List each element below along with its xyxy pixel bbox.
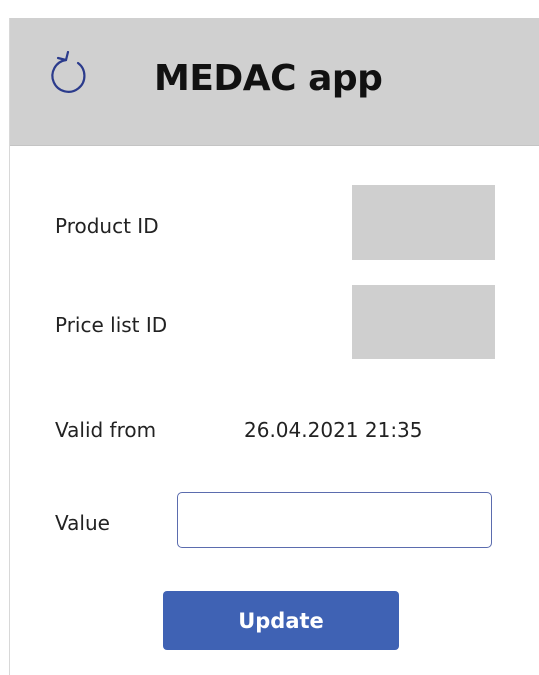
refresh-icon[interactable]: [46, 50, 94, 99]
product-id-value-box: [352, 185, 495, 260]
valid-from-label: Valid from: [55, 418, 157, 442]
product-id-label: Product ID: [55, 214, 159, 238]
value-label: Value: [55, 511, 110, 535]
valid-from-value: 26.04.2021 21:35: [244, 418, 423, 442]
app-header: MEDAC app: [10, 18, 539, 146]
app-title: MEDAC app: [154, 58, 383, 99]
value-input[interactable]: [177, 492, 492, 548]
price-list-id-label: Price list ID: [55, 313, 168, 337]
price-list-id-value-box: [352, 285, 495, 359]
update-button[interactable]: Update: [163, 591, 399, 650]
app-screen: MEDAC app Product ID Price list ID Valid…: [9, 18, 539, 675]
